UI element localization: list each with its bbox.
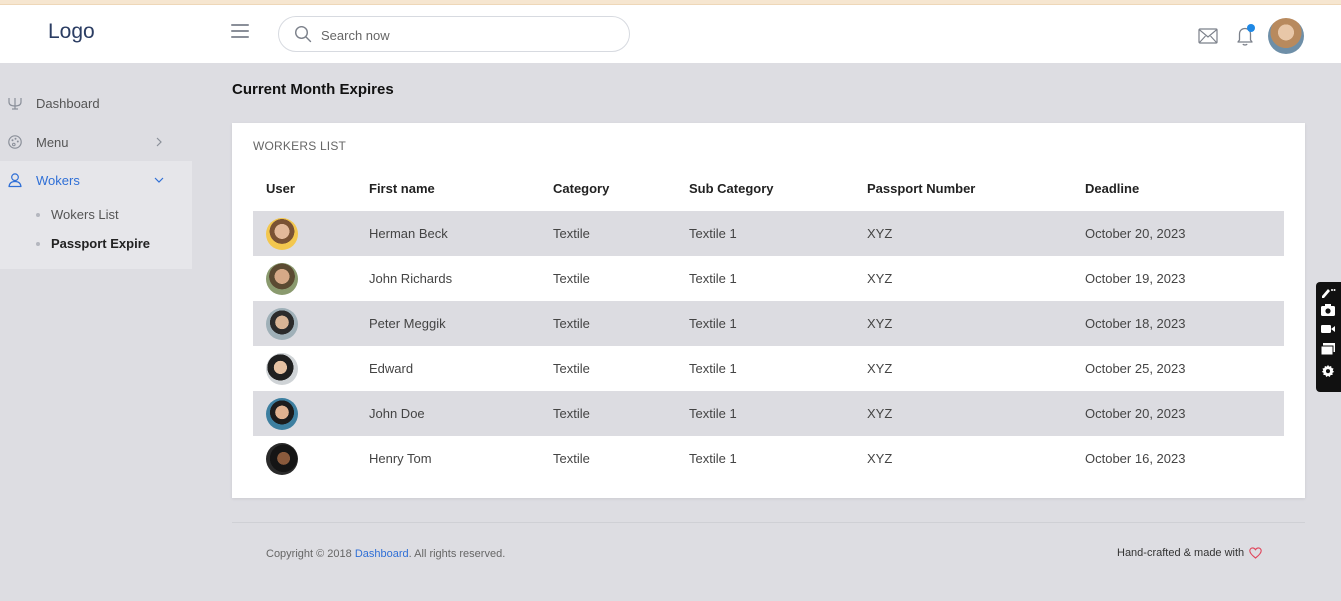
cell-passport-number: XYZ: [867, 406, 893, 421]
made-with-text: Hand-crafted & made with: [1117, 547, 1262, 559]
cell-sub-category: Textile 1: [689, 226, 737, 241]
cell-deadline: October 25, 2023: [1085, 361, 1186, 376]
cell-category: Textile: [553, 406, 590, 421]
video-camera-icon[interactable]: [1320, 322, 1336, 336]
screen-capture-icon[interactable]: [1320, 342, 1336, 356]
sidebar-item-label: Menu: [36, 134, 69, 150]
top-header: Logo: [0, 5, 1341, 63]
camera-icon[interactable]: [1320, 303, 1336, 317]
column-header-passport-number[interactable]: Passport Number: [867, 181, 975, 196]
made-with-label: Hand-crafted & made with: [1117, 547, 1245, 559]
page-title: Current Month Expires: [232, 81, 394, 98]
sidebar-subitem-label: Wokers List: [51, 207, 119, 222]
cell-passport-number: XYZ: [867, 361, 893, 376]
column-header-sub-category[interactable]: Sub Category: [689, 181, 774, 196]
worker-avatar[interactable]: [266, 443, 298, 475]
chevron-right-icon: [156, 137, 162, 147]
cell-deadline: October 16, 2023: [1085, 451, 1186, 466]
column-header-first-name[interactable]: First name: [369, 181, 435, 196]
logo[interactable]: Logo: [48, 20, 95, 44]
cell-deadline: October 19, 2023: [1085, 271, 1186, 286]
cell-first-name: Henry Tom: [369, 451, 432, 466]
worker-avatar[interactable]: [266, 263, 298, 295]
cell-category: Textile: [553, 361, 590, 376]
pen-icon[interactable]: [1320, 286, 1336, 300]
column-header-user[interactable]: User: [266, 181, 295, 196]
table-row[interactable]: Henry Tom Textile Textile 1 XYZ October …: [253, 436, 1284, 481]
table-header: User First name Category Sub Category Pa…: [253, 166, 1284, 210]
chevron-down-icon: [154, 177, 164, 183]
sidebar-item-workers[interactable]: Wokers: [0, 161, 192, 199]
sidebar-subitem-label: Passport Expire: [51, 236, 150, 251]
cell-category: Textile: [553, 271, 590, 286]
search-icon[interactable]: [294, 25, 312, 43]
hamburger-menu-icon[interactable]: [231, 24, 249, 42]
cell-sub-category: Textile 1: [689, 406, 737, 421]
search-input[interactable]: [321, 25, 611, 45]
search-bar: [278, 16, 630, 52]
heart-icon: [1249, 547, 1262, 559]
cell-category: Textile: [553, 451, 590, 466]
column-header-deadline[interactable]: Deadline: [1085, 181, 1139, 196]
table-row[interactable]: Edward Textile Textile 1 XYZ October 25,…: [253, 346, 1284, 391]
cell-passport-number: XYZ: [867, 271, 893, 286]
cell-category: Textile: [553, 226, 590, 241]
copyright-text: Copyright © 2018 Dashboard. All rights r…: [266, 548, 505, 560]
palette-icon: [8, 135, 22, 149]
worker-avatar[interactable]: [266, 353, 298, 385]
workers-card: WORKERS LIST User First name Category Su…: [232, 123, 1305, 498]
sidebar-item-menu[interactable]: Menu: [0, 123, 192, 161]
cell-deadline: October 20, 2023: [1085, 406, 1186, 421]
table-row[interactable]: John Doe Textile Textile 1 XYZ October 2…: [253, 391, 1284, 436]
cell-deadline: October 20, 2023: [1085, 226, 1186, 241]
notification-bell-icon[interactable]: [1234, 23, 1256, 47]
worker-avatar[interactable]: [266, 308, 298, 340]
sidebar-subitem-passport-expire[interactable]: Passport Expire: [36, 236, 150, 251]
cell-sub-category: Textile 1: [689, 271, 737, 286]
cell-first-name: Edward: [369, 361, 414, 376]
dashboard-icon: [8, 98, 22, 110]
mail-icon[interactable]: [1198, 28, 1218, 44]
dashboard-link[interactable]: Dashboard: [355, 548, 409, 560]
table-row[interactable]: Peter Meggik Textile Textile 1 XYZ Octob…: [253, 301, 1284, 346]
cell-first-name: Peter Meggik: [369, 316, 446, 331]
cell-first-name: John Richards: [369, 271, 453, 286]
worker-avatar[interactable]: [266, 218, 298, 250]
cell-passport-number: XYZ: [867, 316, 893, 331]
sidebar-item-dashboard[interactable]: Dashboard: [0, 84, 192, 122]
table-row[interactable]: John Richards Textile Textile 1 XYZ Octo…: [253, 256, 1284, 301]
bullet-icon: [36, 241, 40, 246]
cell-first-name: Herman Beck: [369, 226, 448, 241]
worker-avatar[interactable]: [266, 398, 298, 430]
sidebar-group-workers: Wokers Wokers List Passport Expire: [0, 161, 192, 269]
cell-passport-number: XYZ: [867, 451, 893, 466]
settings-gear-icon[interactable]: [1320, 364, 1336, 378]
cell-sub-category: Textile 1: [689, 361, 737, 376]
cell-passport-number: XYZ: [867, 226, 893, 241]
user-icon: [8, 173, 22, 188]
bullet-icon: [36, 212, 40, 217]
cell-deadline: October 18, 2023: [1085, 316, 1186, 331]
cell-sub-category: Textile 1: [689, 451, 737, 466]
footer-divider: [232, 522, 1305, 523]
sidebar-subitem-workers-list[interactable]: Wokers List: [36, 207, 119, 222]
sidebar-item-label: Wokers: [36, 172, 80, 188]
column-header-category[interactable]: Category: [553, 181, 609, 196]
sidebar: Dashboard Menu Wokers Wokers List Passpo…: [0, 63, 192, 601]
sidebar-item-label: Dashboard: [36, 95, 100, 111]
copyright-prefix: Copyright © 2018: [266, 548, 355, 560]
floating-tool-dock: [1316, 282, 1341, 392]
cell-sub-category: Textile 1: [689, 316, 737, 331]
copyright-suffix: . All rights reserved.: [408, 548, 506, 560]
user-avatar[interactable]: [1268, 18, 1304, 54]
cell-first-name: John Doe: [369, 406, 425, 421]
cell-category: Textile: [553, 316, 590, 331]
card-title: WORKERS LIST: [253, 139, 347, 153]
table-row[interactable]: Herman Beck Textile Textile 1 XYZ Octobe…: [253, 211, 1284, 256]
